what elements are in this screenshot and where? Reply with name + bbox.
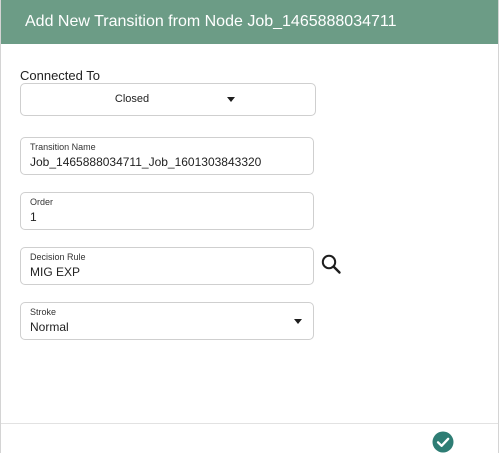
decision-rule-value: MIG EXP (30, 265, 81, 279)
stroke-label: Stroke (30, 307, 57, 317)
caret-down-icon (294, 319, 302, 324)
check-circle-icon[interactable] (432, 431, 454, 453)
decision-rule-field[interactable]: Decision Rule MIG EXP (20, 247, 314, 285)
stroke-select[interactable]: Stroke Normal (20, 302, 314, 340)
stroke-value: Normal (30, 320, 69, 334)
add-transition-dialog: Add New Transition from Node Job_1465888… (0, 0, 499, 453)
connected-to-value: Closed (114, 93, 150, 105)
transition-name-value: Job_1465888034711_Job_1601303843320 (30, 155, 262, 169)
connected-to-label: Connected To (20, 68, 100, 83)
footer-divider (1, 423, 498, 424)
transition-name-field[interactable]: Transition Name Job_1465888034711_Job_16… (20, 137, 314, 175)
order-field[interactable]: Order 1 (20, 192, 314, 230)
dialog-title: Add New Transition from Node Job_1465888… (1, 0, 498, 44)
decision-rule-label: Decision Rule (30, 252, 86, 262)
order-value: 1 (30, 210, 37, 224)
caret-down-icon (227, 97, 235, 102)
transition-name-label: Transition Name (30, 142, 96, 152)
search-icon[interactable] (320, 253, 342, 275)
order-label: Order (30, 197, 54, 207)
connected-to-select[interactable]: Closed (20, 83, 316, 116)
